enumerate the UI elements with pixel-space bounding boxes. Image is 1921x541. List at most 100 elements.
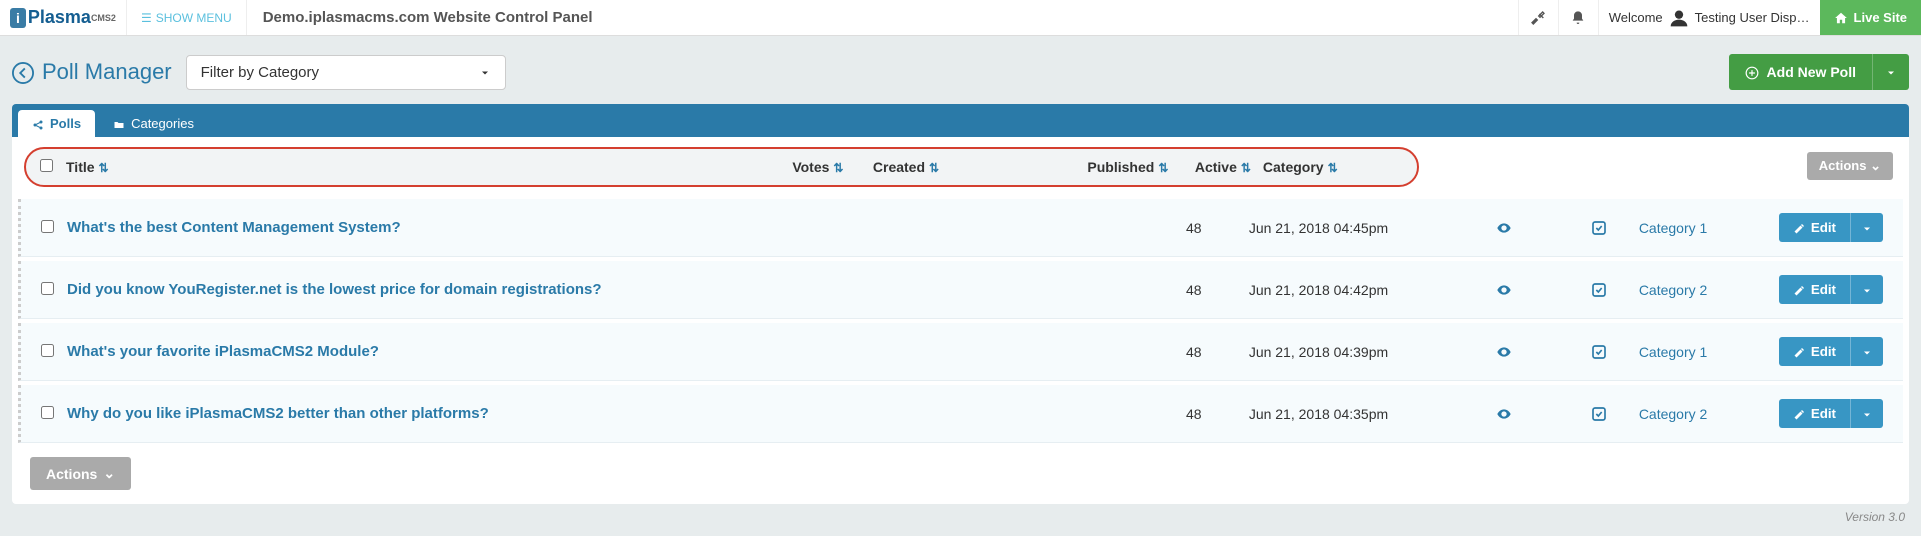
row-published xyxy=(1449,219,1559,236)
polls-table: Title⇅ Votes⇅ Created⇅ Published⇅ Active… xyxy=(12,137,1909,504)
row-checkbox[interactable] xyxy=(41,282,67,298)
username: Testing User Disp… xyxy=(1695,10,1810,25)
sort-icon: ⇅ xyxy=(929,161,939,175)
add-poll-group: Add New Poll xyxy=(1729,54,1909,90)
row-published xyxy=(1449,405,1559,422)
row-actions: Edit xyxy=(1779,213,1883,242)
user-icon xyxy=(1669,7,1689,28)
share-icon xyxy=(32,116,44,131)
user-menu[interactable]: Welcome Testing User Disp… xyxy=(1598,0,1820,35)
filter-category-select[interactable]: Filter by Category xyxy=(186,55,506,90)
plus-circle-icon xyxy=(1745,64,1759,80)
edit-dropdown[interactable] xyxy=(1850,337,1883,366)
edit-dropdown[interactable] xyxy=(1850,275,1883,304)
row-checkbox[interactable] xyxy=(41,406,67,422)
column-votes[interactable]: Votes⇅ xyxy=(763,159,873,175)
row-votes: 48 xyxy=(1139,344,1249,360)
row-category: Category 1 xyxy=(1639,220,1779,236)
poll-title-link[interactable]: What's your favorite iPlasmaCMS2 Module? xyxy=(67,343,379,360)
eye-icon xyxy=(1496,405,1512,421)
live-site-button[interactable]: Live Site xyxy=(1820,0,1921,35)
hamburger-icon: ☰ xyxy=(141,11,152,25)
column-title[interactable]: Title⇅ xyxy=(66,159,763,175)
bell-icon[interactable] xyxy=(1558,0,1598,35)
page-title-text: Poll Manager xyxy=(42,59,172,85)
chevron-down-icon: ⌄ xyxy=(1870,158,1881,173)
check-square-icon xyxy=(1591,405,1607,421)
column-category[interactable]: Category⇅ xyxy=(1263,159,1403,175)
edit-dropdown[interactable] xyxy=(1850,399,1883,428)
tabs-bar: Polls Categories xyxy=(12,104,1909,137)
row-published xyxy=(1449,343,1559,360)
back-arrow-icon[interactable] xyxy=(12,59,34,85)
poll-title-link[interactable]: What's the best Content Management Syste… xyxy=(67,219,401,236)
poll-title-link[interactable]: Did you know YouRegister.net is the lowe… xyxy=(67,281,602,298)
category-link[interactable]: Category 1 xyxy=(1639,344,1707,360)
main-content: Poll Manager Filter by Category Add New … xyxy=(0,36,1921,536)
edit-button[interactable]: Edit xyxy=(1779,399,1850,428)
tab-polls[interactable]: Polls xyxy=(18,110,95,137)
row-title: Why do you like iPlasmaCMS2 better than … xyxy=(67,405,1139,422)
row-category: Category 1 xyxy=(1639,344,1779,360)
column-created[interactable]: Created⇅ xyxy=(873,159,1073,175)
check-square-icon xyxy=(1591,343,1607,359)
sort-icon: ⇅ xyxy=(1158,161,1168,175)
bulk-actions-bottom-button[interactable]: Actions ⌄ xyxy=(30,457,131,490)
top-bar: i Plasma CMS2 ☰ SHOW MENU Demo.iplasmacm… xyxy=(0,0,1921,36)
pencil-icon xyxy=(1793,344,1805,359)
tools-icon[interactable] xyxy=(1518,0,1558,35)
row-created: Jun 21, 2018 04:42pm xyxy=(1249,282,1449,298)
site-title: Demo.iplasmacms.com Website Control Pane… xyxy=(247,9,609,26)
edit-button[interactable]: Edit xyxy=(1779,213,1850,242)
row-votes: 48 xyxy=(1139,282,1249,298)
row-published xyxy=(1449,281,1559,298)
add-poll-dropdown[interactable] xyxy=(1872,54,1909,90)
sort-icon: ⇅ xyxy=(833,161,843,175)
category-link[interactable]: Category 1 xyxy=(1639,220,1707,236)
add-new-poll-button[interactable]: Add New Poll xyxy=(1729,54,1872,90)
chevron-down-icon: ⌄ xyxy=(103,465,115,482)
edit-button[interactable]: Edit xyxy=(1779,337,1850,366)
sort-icon: ⇅ xyxy=(99,161,109,175)
folder-icon xyxy=(113,116,125,131)
eye-icon xyxy=(1496,219,1512,235)
table-row: Did you know YouRegister.net is the lowe… xyxy=(18,261,1903,319)
row-votes: 48 xyxy=(1139,406,1249,422)
bulk-actions-top-button[interactable]: Actions ⌄ xyxy=(1807,152,1893,180)
sort-icon: ⇅ xyxy=(1241,161,1251,175)
category-link[interactable]: Category 2 xyxy=(1639,282,1707,298)
chevron-down-icon xyxy=(479,64,491,81)
select-all-checkbox[interactable] xyxy=(40,159,66,175)
row-votes: 48 xyxy=(1139,220,1249,236)
category-link[interactable]: Category 2 xyxy=(1639,406,1707,422)
edit-dropdown[interactable] xyxy=(1850,213,1883,242)
table-row: What's your favorite iPlasmaCMS2 Module?… xyxy=(18,323,1903,381)
row-actions: Edit xyxy=(1779,337,1883,366)
edit-button[interactable]: Edit xyxy=(1779,275,1850,304)
check-square-icon xyxy=(1591,219,1607,235)
row-created: Jun 21, 2018 04:35pm xyxy=(1249,406,1449,422)
row-active xyxy=(1559,281,1639,298)
row-actions: Edit xyxy=(1779,275,1883,304)
poll-title-link[interactable]: Why do you like iPlasmaCMS2 better than … xyxy=(67,405,489,422)
row-created: Jun 21, 2018 04:45pm xyxy=(1249,220,1449,236)
page-header: Poll Manager Filter by Category Add New … xyxy=(12,44,1909,104)
row-title: Did you know YouRegister.net is the lowe… xyxy=(67,281,1139,298)
logo-badge: i xyxy=(10,8,26,28)
tab-polls-label: Polls xyxy=(50,116,81,131)
filter-placeholder: Filter by Category xyxy=(201,64,319,81)
table-header-row: Title⇅ Votes⇅ Created⇅ Published⇅ Active… xyxy=(12,137,1909,195)
pencil-icon xyxy=(1793,406,1805,421)
show-menu-toggle[interactable]: ☰ SHOW MENU xyxy=(126,0,247,35)
column-active[interactable]: Active⇅ xyxy=(1183,159,1263,175)
topbar-right: Welcome Testing User Disp… Live Site xyxy=(1518,0,1921,35)
eye-icon xyxy=(1496,281,1512,297)
tab-categories[interactable]: Categories xyxy=(99,110,208,137)
home-icon xyxy=(1834,10,1848,26)
welcome-label: Welcome xyxy=(1609,10,1663,25)
row-title: What's the best Content Management Syste… xyxy=(67,219,1139,236)
column-published[interactable]: Published⇅ xyxy=(1073,159,1183,175)
row-checkbox[interactable] xyxy=(41,220,67,236)
row-checkbox[interactable] xyxy=(41,344,67,360)
logo[interactable]: i Plasma CMS2 xyxy=(0,7,126,28)
